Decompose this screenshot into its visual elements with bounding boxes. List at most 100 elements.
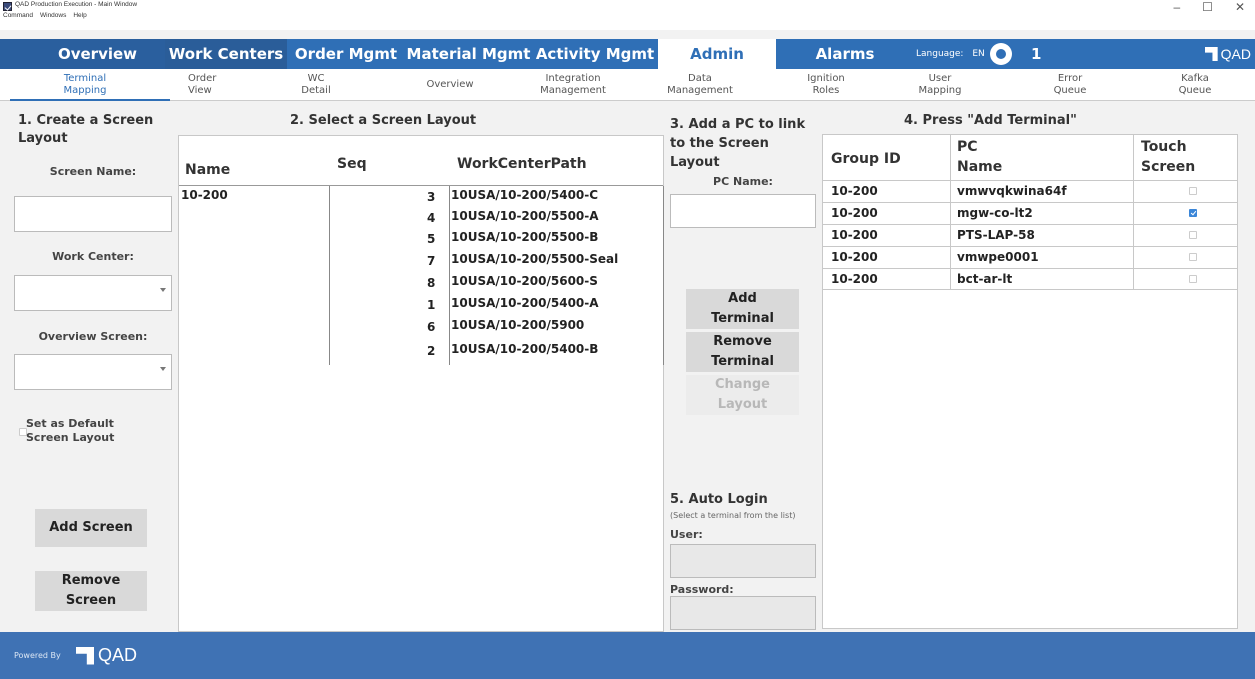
layout-name-cell[interactable]: 10-200 xyxy=(181,188,228,202)
layout-seq-cell[interactable]: 3 xyxy=(427,190,435,204)
section1-heading: 1. Create a Screen Layout xyxy=(18,113,154,146)
powered-by-label: Powered By xyxy=(14,651,61,660)
layout-seq-cell[interactable]: 5 xyxy=(427,232,435,246)
tab-work-centers[interactable]: Work Centers xyxy=(165,39,287,69)
table-row[interactable]: 10-200 bct-ar-lt xyxy=(823,268,1237,290)
alarm-bell-icon[interactable] xyxy=(990,43,1012,65)
section3-heading: 3. Add a PC to link to the Screen Layout xyxy=(670,117,806,170)
menu-windows[interactable]: Windows xyxy=(40,12,66,19)
layout-path-cell[interactable]: 10USA/10-200/5400-B xyxy=(451,342,598,356)
password-input[interactable] xyxy=(670,596,816,630)
pc-name-input[interactable] xyxy=(670,194,816,228)
layout-seq-cell[interactable]: 6 xyxy=(427,320,435,334)
subnav-ignition-roles[interactable]: Ignition Roles xyxy=(796,73,856,97)
window-controls: – ☐ ✕ xyxy=(1173,0,1245,14)
add-terminal-button[interactable]: Add Terminal xyxy=(686,289,799,329)
menu-command[interactable]: Command xyxy=(3,12,33,19)
tab-admin[interactable]: Admin xyxy=(658,39,776,69)
layout-seq-cell[interactable]: 8 xyxy=(427,276,435,290)
tab-activity-mgmt[interactable]: Activity Mgmt xyxy=(532,39,658,69)
layout-seq-cell[interactable]: 4 xyxy=(427,211,435,225)
layout-path-cell[interactable]: 10USA/10-200/5600-S xyxy=(451,274,598,288)
menu-help[interactable]: Help xyxy=(73,12,86,19)
work-center-dropdown[interactable] xyxy=(14,275,172,311)
column-group-id: Group ID xyxy=(831,151,901,167)
pc-name-label: PC Name: xyxy=(713,175,773,188)
work-center-label: Work Center: xyxy=(52,250,134,263)
subnav-overview[interactable]: Overview xyxy=(415,79,485,91)
subnav-integration-management[interactable]: Integration Management xyxy=(528,73,618,97)
active-tab-indicator xyxy=(10,99,170,101)
user-input[interactable] xyxy=(670,544,816,578)
column-touch-screen: Touch Screen xyxy=(1141,139,1196,175)
language-selector[interactable]: Language: EN xyxy=(916,39,985,69)
minimize-icon[interactable]: – xyxy=(1173,0,1180,14)
column-seq: Seq xyxy=(337,156,367,172)
layout-path-cell[interactable]: 10USA/10-200/5900 xyxy=(451,318,584,332)
subnav-error-queue[interactable]: Error Queue xyxy=(1040,73,1100,97)
maximize-icon[interactable]: ☐ xyxy=(1202,0,1213,14)
subnav-order-view[interactable]: Order View xyxy=(170,73,230,97)
column-pc-name: PC Name xyxy=(957,139,1003,175)
language-label: Language: xyxy=(916,49,964,59)
subnav-data-management[interactable]: Data Management xyxy=(660,73,740,97)
change-layout-button[interactable]: Change Layout xyxy=(686,375,799,415)
touch-screen-checkbox[interactable] xyxy=(1189,209,1197,217)
language-value: EN xyxy=(972,49,985,59)
chevron-down-icon xyxy=(160,367,166,371)
add-screen-button[interactable]: Add Screen xyxy=(35,509,147,547)
qad-logo: QAD xyxy=(1204,46,1251,62)
footer: Powered By QAD xyxy=(0,632,1255,679)
touch-screen-checkbox[interactable] xyxy=(1189,231,1197,239)
layout-seq-cell[interactable]: 2 xyxy=(427,344,435,358)
overview-screen-dropdown[interactable] xyxy=(14,354,172,390)
section5-heading: 5. Auto Login xyxy=(670,492,768,507)
layout-path-cell[interactable]: 10USA/10-200/5400-A xyxy=(451,296,599,310)
section2-heading: 2. Select a Screen Layout xyxy=(290,113,477,128)
remove-screen-button[interactable]: Remove Screen xyxy=(35,571,147,611)
subnav-wc-detail[interactable]: WC Detail xyxy=(296,73,336,97)
layout-path-cell[interactable]: 10USA/10-200/5400-C xyxy=(451,188,598,202)
touch-screen-checkbox[interactable] xyxy=(1189,275,1197,283)
layout-path-cell[interactable]: 10USA/10-200/5500-B xyxy=(451,230,598,244)
touch-screen-checkbox[interactable] xyxy=(1189,253,1197,261)
menu-bar: Command Windows Help xyxy=(3,12,87,19)
subnav-user-mapping[interactable]: User Mapping xyxy=(905,73,975,97)
terminal-table: Group ID PC Name Touch Screen 10-200 vmw… xyxy=(822,134,1238,629)
screen-name-label: Screen Name: xyxy=(49,165,137,178)
table-row[interactable]: 10-200 mgw-co-lt2 xyxy=(823,202,1237,224)
subnav-kafka-queue[interactable]: Kafka Queue xyxy=(1165,73,1225,97)
tab-material-mgmt[interactable]: Material Mgmt xyxy=(405,39,532,69)
overview-screen-label: Overview Screen: xyxy=(38,330,148,343)
tab-overview[interactable]: Overview xyxy=(0,39,165,69)
footer-qad-logo: QAD xyxy=(76,645,137,666)
table-row[interactable]: 10-200 vmwpe0001 xyxy=(823,246,1237,268)
table-row[interactable]: 10-200 PTS-LAP-58 xyxy=(823,224,1237,246)
password-label: Password: xyxy=(670,583,734,596)
table-row[interactable]: 10-200 vmwvqkwina64f xyxy=(823,180,1237,202)
close-icon[interactable]: ✕ xyxy=(1235,0,1245,14)
remove-terminal-button[interactable]: Remove Terminal xyxy=(686,332,799,372)
chevron-down-icon xyxy=(160,288,166,292)
screen-name-input[interactable] xyxy=(14,196,172,232)
subnav-terminal-mapping[interactable]: Terminal Mapping xyxy=(40,73,130,97)
window-titlebar: QAD Production Execution - Main Window C… xyxy=(0,0,1255,30)
qad-logo-icon xyxy=(1204,47,1218,61)
app-icon xyxy=(3,2,12,11)
layout-path-cell[interactable]: 10USA/10-200/5500-A xyxy=(451,209,599,223)
layout-seq-cell[interactable]: 7 xyxy=(427,254,435,268)
default-layout-label: Set as Default Screen Layout xyxy=(26,417,115,444)
tab-alarms[interactable]: Alarms xyxy=(800,39,890,69)
layout-path-cell[interactable]: 10USA/10-200/5500-Seal xyxy=(451,252,618,266)
tab-order-mgmt[interactable]: Order Mgmt xyxy=(287,39,405,69)
alarm-count: 1 xyxy=(1031,45,1042,63)
touch-screen-checkbox[interactable] xyxy=(1189,187,1197,195)
auto-login-hint: (Select a terminal from the list) xyxy=(670,511,796,520)
top-navigation: Overview Work Centers Order Mgmt Materia… xyxy=(0,39,1255,69)
screen-layout-table: Name Seq WorkCenterPath 10-200 3 10USA/1… xyxy=(178,135,664,632)
layout-seq-cell[interactable]: 1 xyxy=(427,298,435,312)
column-name: Name xyxy=(185,162,231,178)
section4-heading: 4. Press "Add Terminal" xyxy=(904,113,1077,128)
window-title: QAD Production Execution - Main Window xyxy=(15,1,138,8)
sub-navigation: Terminal Mapping Order View WC Detail Ov… xyxy=(0,69,1255,101)
